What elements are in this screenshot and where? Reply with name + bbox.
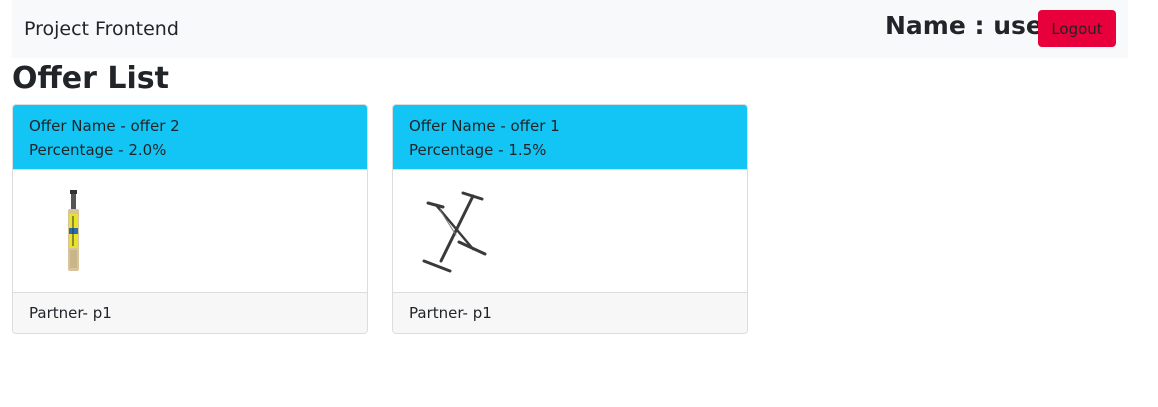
offer-card-header: Offer Name - offer 1 Percentage - 1.5% (393, 105, 747, 170)
offer-partner: Partner- p1 (409, 304, 492, 322)
offer-card-footer: Partner- p1 (13, 292, 367, 333)
page-title: Offer List (12, 61, 169, 96)
offer-name: Offer Name - offer 1 (409, 117, 560, 135)
offer-card: Offer Name - offer 2 Percentage - 2.0% P… (12, 104, 368, 334)
offer-percentage: Percentage - 1.5% (409, 141, 547, 159)
offer-name: Offer Name - offer 2 (29, 117, 180, 135)
offer-card-body (13, 170, 367, 292)
offer-card-header: Offer Name - offer 2 Percentage - 2.0% (13, 105, 367, 170)
offer-card: Offer Name - offer 1 Percentage - 1.5% P… (392, 104, 748, 334)
offer-percentage: Percentage - 2.0% (29, 141, 167, 159)
user-name-label: Name : user (885, 11, 1056, 40)
offer-card-body (393, 170, 747, 292)
logout-button[interactable]: Logout (1038, 10, 1116, 47)
keyboard-stand-image (422, 191, 487, 273)
navbar: Project Frontend Name : user Logout (12, 0, 1128, 58)
offer-partner: Partner- p1 (29, 304, 112, 322)
brand-link[interactable]: Project Frontend (24, 17, 179, 41)
offer-card-footer: Partner- p1 (393, 292, 747, 333)
cricket-bat-image (68, 190, 79, 271)
